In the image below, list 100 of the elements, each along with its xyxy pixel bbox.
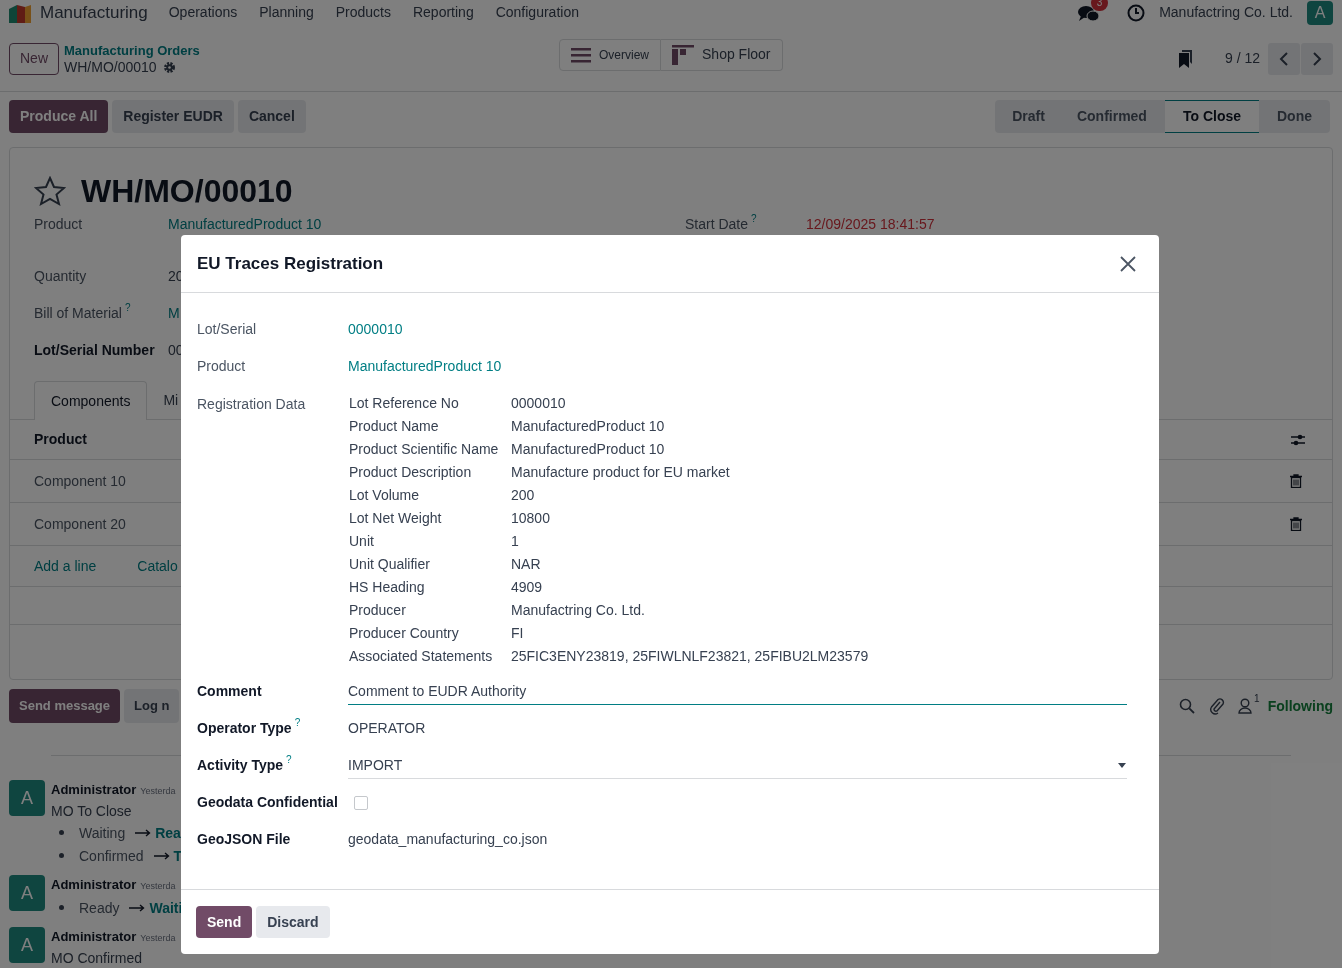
data-value: ManufacturedProduct 10 [511,417,666,436]
follower-count[interactable]: 1 [1254,694,1260,705]
data-value: 1 [511,532,520,551]
table-link[interactable]: Catalo [137,555,178,577]
field-value: OPERATOR [348,719,426,738]
new-value: Rea [155,823,181,843]
menu-item[interactable]: Operations [168,2,238,24]
help-mark[interactable]: ? [751,214,757,224]
list-icon [571,46,591,63]
field-label: Lot/Serial Number [34,341,155,360]
pager-counter[interactable]: 9 / 12 [1224,48,1260,70]
menu-item[interactable]: Planning [259,2,314,24]
field-value[interactable]: M [168,303,180,324]
app-name[interactable]: Manufacturing [40,0,148,26]
arrow-icon [129,903,146,912]
form-tab[interactable]: Mi [147,381,195,420]
message-count-badge: 3 [1091,0,1109,11]
search-icon[interactable] [1179,698,1196,715]
settings-sliders-icon[interactable] [1290,432,1306,447]
field-label: Activity Type [197,756,284,775]
action-button[interactable]: Produce All [9,100,109,134]
gear-icon[interactable] [162,60,176,74]
dialog-button[interactable]: Discard [256,906,330,938]
view-switch-button[interactable]: Shop Floor [661,38,783,71]
follow-status[interactable]: Following [1267,695,1333,717]
data-key: Product Scientific Name [349,439,511,462]
menu-item[interactable]: Reporting [412,2,474,24]
field-label: Geodata Confidential [197,793,338,812]
data-value: 25FIC3ENY23819, 25FIWLNLF23821, 25FIBU2LM23579 [511,647,869,666]
old-value: Ready [79,898,120,918]
company-switcher[interactable]: Manufactring Co. Ltd. [1159,2,1293,24]
arrow-icon [153,851,170,860]
next-button[interactable] [1301,42,1333,75]
data-value: ManufacturedProduct 10 [511,440,666,459]
status-stage-tab[interactable]: To Close [1164,100,1259,134]
close-icon[interactable] [1120,255,1136,272]
data-key: Unit Qualifier [349,554,511,577]
breadcrumb-link[interactable]: Manufacturing Orders [64,41,200,59]
chatter-button[interactable]: Log n [124,689,180,724]
field-label: Product [34,215,83,234]
help-mark[interactable]: ? [294,718,301,728]
field-link[interactable]: ManufacturedProduct 10 [348,356,502,377]
field-label: Lot/Serial [197,320,257,339]
user-avatar[interactable]: A [1307,0,1333,25]
field-link[interactable]: 0000010 [348,319,403,340]
help-mark[interactable]: ? [124,303,131,313]
author-name[interactable]: Administrator [51,875,137,895]
trash-icon[interactable] [1290,517,1302,531]
field-label: Bill of Material [34,304,122,323]
action-button[interactable]: Cancel [237,100,306,134]
field-label: GeoJSON File [197,830,291,849]
new-button[interactable]: New [9,42,59,75]
app-logo-icon[interactable] [9,2,33,23]
data-value: 0000010 [511,394,567,413]
field-label: Product [197,357,246,376]
clock-icon[interactable] [1127,3,1146,22]
data-key: Lot Volume [349,485,511,508]
old-value: Waiting [79,823,126,843]
star-icon[interactable] [34,176,66,206]
checkbox[interactable] [354,795,368,810]
new-value: Waiti [149,898,183,918]
author-avatar[interactable]: A [9,927,45,963]
comment-field[interactable]: Comment to EUDR Authority [348,678,1127,705]
help-mark[interactable]: ? [286,755,292,765]
data-key: Producer [349,600,511,623]
activity-type-select[interactable]: IMPORT [348,752,1127,779]
data-value: 4909 [511,578,544,597]
bookmark-icon[interactable] [1177,49,1194,68]
author-avatar[interactable]: A [9,875,45,911]
paperclip-icon[interactable] [1209,697,1226,715]
menu-item[interactable]: Products [335,2,391,24]
field-value[interactable]: ManufacturedProduct 10 [168,214,322,235]
shop-floor-icon [672,44,694,65]
chatter-button[interactable]: Send message [9,689,121,724]
field-label: Start Date [685,215,749,234]
message-text: MO Confirmed [51,949,144,968]
view-switch-button[interactable]: Overview [559,38,661,71]
status-stage-tab[interactable]: Confirmed [1058,100,1165,134]
caret-icon [1118,762,1126,768]
data-value: FI [511,624,525,643]
dialog-button[interactable]: Send [196,906,253,938]
author-name[interactable]: Administrator [51,780,137,800]
data-key: Lot Net Weight [349,508,511,531]
status-stage-tab[interactable]: Done [1259,100,1330,134]
record-title: WH/MO/00010 [81,172,293,211]
table-link[interactable]: Add a line [34,555,97,577]
author-name[interactable]: Administrator [51,927,137,947]
person-icon[interactable] [1238,698,1253,715]
table-cell-text: Component 10 [34,471,126,491]
menu-item[interactable]: Configuration [495,2,579,24]
form-tab[interactable]: Components [34,381,148,420]
action-button[interactable]: Register EUDR [112,100,234,134]
previous-button[interactable] [1268,42,1300,75]
status-stage-tab[interactable]: Draft [995,100,1059,134]
trash-icon[interactable] [1290,474,1302,488]
data-value: Manufacture product for EU market [511,463,731,482]
field-label: Quantity [34,267,87,286]
data-value: 200 [511,486,536,505]
author-avatar[interactable]: A [9,780,45,816]
data-key: Product Description [349,462,511,485]
